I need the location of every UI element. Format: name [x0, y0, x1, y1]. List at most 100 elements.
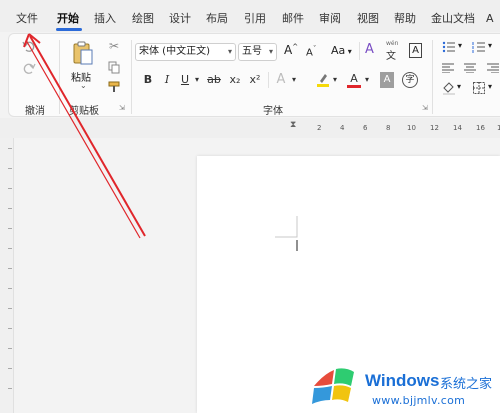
- character-shading-button[interactable]: A: [380, 72, 394, 88]
- watermark-brand: Windows: [365, 371, 440, 390]
- ruler-tick: [8, 188, 12, 189]
- ruler-tick: [8, 308, 12, 309]
- tab-kingsoft-docs[interactable]: 金山文档: [431, 12, 475, 26]
- group-label-undo: 撤消: [25, 106, 45, 117]
- margin-corner-marker: [275, 216, 298, 251]
- ruler-number: 10: [407, 124, 416, 132]
- ruler-tick: [8, 368, 12, 369]
- text-effects-button[interactable]: A: [274, 72, 288, 88]
- bullets-icon[interactable]: [441, 40, 457, 54]
- horizontal-ruler[interactable]: ⧗ 2 4 6 8 10 12 14 16 18: [0, 118, 500, 138]
- divider: [359, 42, 360, 60]
- font-size-value: 五号: [242, 46, 262, 57]
- menu-bar: 文件 开始 插入 绘图 设计 布局 引用 邮件 审阅 视图 帮助 金山文档 A: [0, 0, 500, 32]
- character-border-button[interactable]: A: [409, 43, 422, 58]
- chevron-down-icon[interactable]: ▾: [488, 41, 492, 50]
- ruler-number: 6: [363, 124, 368, 132]
- format-painter-icon[interactable]: [106, 80, 122, 94]
- shading-icon[interactable]: [441, 80, 457, 96]
- tab-references[interactable]: 引用: [244, 12, 266, 26]
- superscript-button[interactable]: x²: [248, 72, 262, 88]
- enclose-characters-button[interactable]: 字: [402, 72, 418, 88]
- watermark-url: www.bjjmlv.com: [372, 394, 466, 407]
- ruler-tick: [8, 168, 12, 169]
- divider: [131, 40, 132, 114]
- shrink-font-button[interactable]: Aˇ: [306, 45, 316, 58]
- tab-draw[interactable]: 绘图: [132, 12, 154, 26]
- chevron-down-icon[interactable]: ▾: [488, 82, 492, 91]
- font-color-button[interactable]: A: [347, 72, 361, 88]
- strikethrough-button[interactable]: ab: [205, 72, 223, 88]
- numbering-icon[interactable]: [471, 40, 487, 54]
- windows-logo-icon: [312, 368, 354, 404]
- clear-formatting-icon[interactable]: A: [365, 42, 374, 57]
- ribbon: 撤消 粘贴 ⌄ ✂ 剪贴板 ⇲ 宋体 (中文正文) ▾ 五号 ▾ A^ Aˇ A…: [8, 33, 500, 117]
- ruler-tick: [8, 268, 12, 269]
- paste-icon[interactable]: [71, 39, 95, 67]
- ruler-number: 2: [317, 124, 322, 132]
- ruler-tick: [8, 388, 12, 389]
- ruler-number: 8: [386, 124, 391, 132]
- ruler-tick: [8, 328, 12, 329]
- align-center-icon[interactable]: [463, 61, 477, 75]
- ruler-tick: [8, 148, 12, 149]
- bold-button[interactable]: B: [142, 72, 154, 88]
- ruler-number: 14: [453, 124, 462, 132]
- chevron-down-icon[interactable]: ▾: [457, 82, 461, 91]
- ruler-tick: [8, 208, 12, 209]
- watermark-title: 系统之家: [440, 377, 493, 392]
- ruler-number: 4: [340, 124, 345, 132]
- grow-font-button[interactable]: A^: [284, 43, 298, 57]
- chevron-down-icon[interactable]: ⌄: [80, 81, 87, 90]
- divider: [59, 40, 60, 114]
- tab-file[interactable]: 文件: [16, 12, 38, 26]
- tab-help[interactable]: 帮助: [394, 12, 416, 26]
- active-tab-indicator: [56, 28, 82, 31]
- tab-mailings[interactable]: 邮件: [282, 12, 304, 26]
- ruler-number: 12: [430, 124, 439, 132]
- tab-insert[interactable]: 插入: [94, 12, 116, 26]
- ruler-tick: [8, 248, 12, 249]
- indent-marker-icon[interactable]: ⧗: [290, 120, 296, 130]
- highlight-icon[interactable]: [315, 72, 331, 88]
- font-size-select[interactable]: 五号 ▾: [238, 43, 277, 61]
- ruler-tick: [8, 228, 12, 229]
- divider: [268, 72, 269, 88]
- change-case-button[interactable]: Aa ▾: [331, 44, 352, 57]
- font-name-value: 宋体 (中文正文): [139, 46, 210, 57]
- ruler-tick: [8, 348, 12, 349]
- ruler-tick: [8, 288, 12, 289]
- tab-view[interactable]: 视图: [357, 12, 379, 26]
- vertical-ruler[interactable]: [0, 138, 14, 413]
- align-left-icon[interactable]: [441, 61, 455, 75]
- borders-icon[interactable]: [471, 80, 487, 96]
- cut-icon[interactable]: ✂: [107, 39, 121, 53]
- font-name-select[interactable]: 宋体 (中文正文) ▾: [135, 43, 236, 61]
- chevron-down-icon[interactable]: ▾: [192, 72, 202, 88]
- redo-icon[interactable]: [21, 60, 37, 76]
- ruler-number: 16: [476, 124, 485, 132]
- underline-button[interactable]: U: [179, 72, 191, 88]
- group-label-clipboard: 剪贴板: [69, 106, 99, 117]
- italic-button[interactable]: I: [161, 72, 173, 88]
- tab-review[interactable]: 审阅: [319, 12, 341, 26]
- divider: [432, 40, 433, 114]
- chevron-down-icon: ▾: [227, 47, 232, 56]
- tab-layout[interactable]: 布局: [206, 12, 228, 26]
- chevron-down-icon[interactable]: ▾: [458, 41, 462, 50]
- chevron-down-icon[interactable]: ▾: [290, 72, 298, 88]
- dialog-launcher-icon[interactable]: ⇲: [422, 104, 428, 112]
- chevron-down-icon[interactable]: ▾: [363, 72, 371, 88]
- tab-home[interactable]: 开始: [57, 12, 79, 26]
- group-label-font: 字体: [263, 106, 283, 117]
- chevron-down-icon: ▾: [268, 47, 273, 56]
- undo-icon[interactable]: [21, 38, 37, 54]
- phonetic-guide-button[interactable]: wén 文: [386, 40, 398, 62]
- copy-icon[interactable]: [107, 60, 121, 74]
- tab-design[interactable]: 设计: [169, 12, 191, 26]
- chevron-down-icon[interactable]: ▾: [331, 72, 339, 88]
- align-right-icon[interactable]: [486, 61, 500, 75]
- dialog-launcher-icon[interactable]: ⇲: [119, 104, 125, 112]
- subscript-button[interactable]: x₂: [228, 72, 242, 88]
- tab-more[interactable]: A: [486, 12, 494, 26]
